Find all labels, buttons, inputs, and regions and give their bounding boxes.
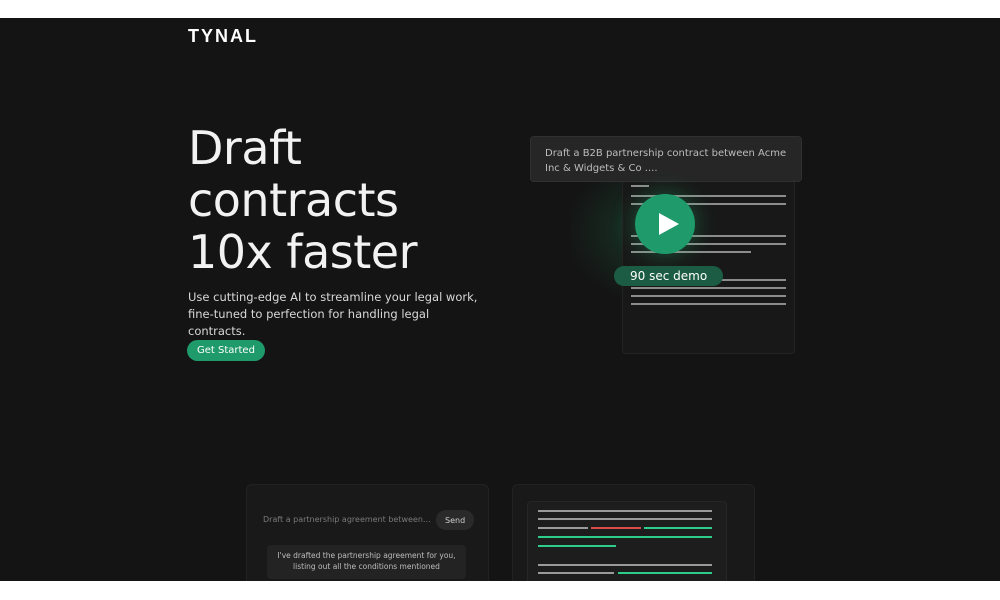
play-icon [659, 213, 679, 235]
demo-preview: Draft a B2B partnership contract between… [530, 136, 806, 356]
redline-diff-panel [527, 501, 727, 581]
diff-line [538, 518, 712, 520]
headline-line-1: Draft [188, 121, 302, 175]
headline-line-3: 10x faster [188, 225, 417, 279]
diff-line [538, 527, 588, 529]
diff-line [538, 564, 712, 566]
play-demo-button[interactable] [635, 194, 695, 254]
diff-feature-card [512, 484, 755, 581]
diff-line [538, 510, 712, 512]
document-line [631, 303, 786, 305]
brand-logo[interactable]: TYNAL [188, 26, 258, 47]
demo-prompt-box: Draft a B2B partnership contract between… [530, 136, 802, 182]
send-button[interactable]: Send [436, 510, 475, 530]
hero-subtitle: Use cutting-edge AI to streamline your l… [188, 290, 478, 338]
demo-duration-badge[interactable]: 90 sec demo [614, 266, 724, 286]
chat-feature-card: Draft a partnership agreement between X … [246, 484, 489, 581]
diff-line-added [644, 527, 712, 529]
diff-line-added [618, 572, 712, 574]
document-line [631, 295, 786, 297]
document-line [631, 185, 649, 187]
diff-line [538, 572, 614, 574]
landing-page: TYNAL Draft contracts 10x faster Use cut… [0, 18, 1000, 581]
document-line [631, 287, 786, 289]
diff-line-added [538, 536, 712, 538]
chat-input-placeholder: Draft a partnership agreement between X … [263, 515, 431, 524]
diff-line-removed [591, 527, 641, 529]
hero-headline: Draft contracts 10x faster [188, 122, 417, 278]
document-line [631, 251, 751, 253]
get-started-button[interactable]: Get Started [187, 340, 265, 361]
assistant-reply: I've drafted the partnership agreement f… [267, 545, 466, 579]
headline-line-2: contracts [188, 173, 399, 227]
diff-line-added [538, 545, 616, 547]
